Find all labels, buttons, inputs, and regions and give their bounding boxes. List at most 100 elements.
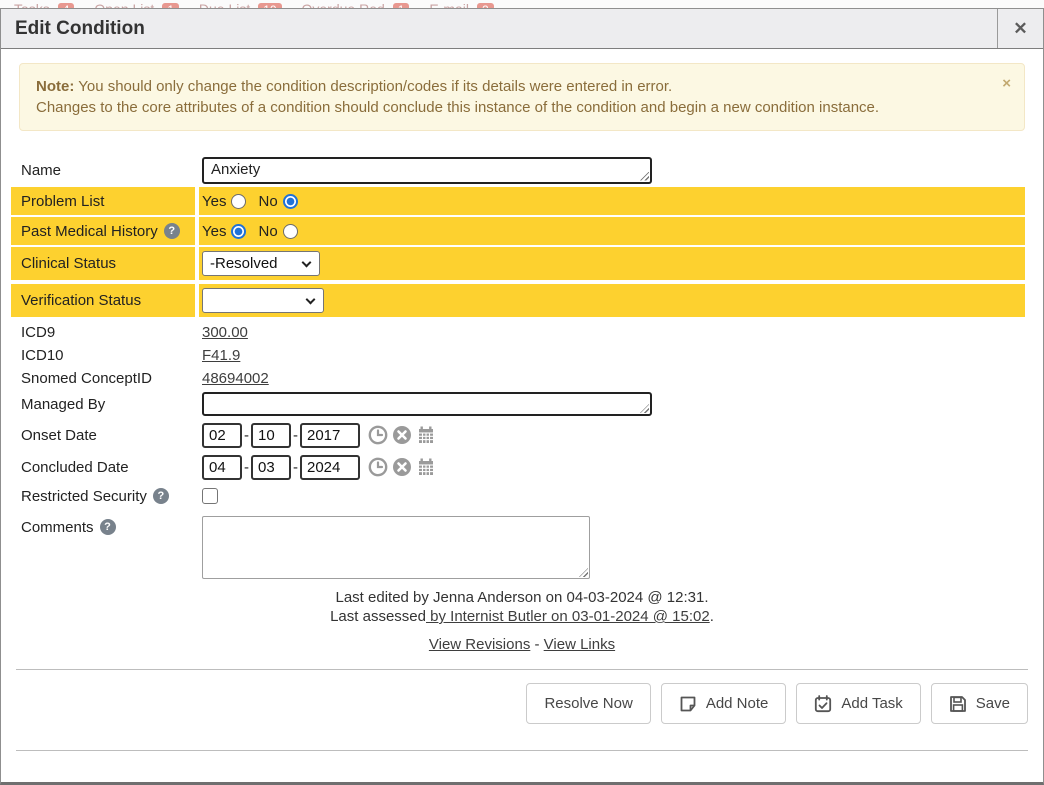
help-icon[interactable]: ? [100,519,116,535]
date-separator: - [293,427,298,444]
note-line-1: Note: You should only change the conditi… [36,76,988,97]
add-task-button[interactable]: Add Task [796,683,920,724]
past-medical-history-no-label[interactable]: No [258,223,277,240]
past-medical-history-yes-option[interactable]: Yes [202,223,246,240]
condition-form: Name Anxiety Problem List Yes No [11,155,1025,579]
name-label: Name [21,162,61,179]
past-medical-history-yes-radio[interactable] [231,224,246,239]
problem-list-no-label[interactable]: No [258,193,277,210]
last-assessed-line: Last assessed by Internist Butler on 03-… [1,607,1043,626]
note-icon [679,695,697,713]
last-assessed-suffix: . [710,608,714,625]
restricted-security-row: Restricted Security ? [11,484,1025,508]
icd10-code-link[interactable]: F41.9 [202,347,240,364]
audit-info: Last edited by Jenna Anderson on 04-03-2… [1,588,1043,654]
clinical-status-select[interactable]: -Resolved [202,251,320,276]
comments-textarea[interactable] [202,516,590,579]
note-dismiss-icon[interactable]: × [1002,73,1011,94]
resize-grip-icon[interactable] [579,568,588,577]
onset-date-label: Onset Date [21,427,97,444]
note-text-1: You should only change the condition des… [74,78,672,95]
date-separator: - [244,459,249,476]
past-medical-history-no-radio[interactable] [283,224,298,239]
warning-note-banner: Note: You should only change the conditi… [19,63,1025,131]
verification-status-select[interactable] [202,288,324,313]
help-icon[interactable]: ? [153,488,169,504]
icd9-label: ICD9 [21,324,55,341]
past-medical-history-yes-label[interactable]: Yes [202,223,226,240]
snomed-label: Snomed ConceptID [21,370,152,387]
past-medical-history-row: Past Medical History ? Yes No [11,217,1025,245]
snomed-code-link[interactable]: 48694002 [202,370,269,387]
view-links-line: View Revisions - View Links [1,635,1043,654]
problem-list-yes-label[interactable]: Yes [202,193,226,210]
problem-list-no-option[interactable]: No [258,193,297,210]
onset-day-input[interactable] [251,423,291,448]
icd10-row: ICD10 F41.9 [11,344,1025,367]
resize-grip-icon[interactable] [640,404,649,413]
clear-date-icon[interactable] [392,457,412,477]
background-nav-label: E-mail [429,1,469,8]
calendar-check-icon [814,695,832,713]
icd9-code-link[interactable]: 300.00 [202,324,248,341]
save-button[interactable]: Save [931,683,1028,724]
concluded-year-input[interactable] [300,455,360,480]
concluded-date-label: Concluded Date [21,459,129,476]
problem-list-yes-radio[interactable] [231,194,246,209]
background-page-strip: Tasks4 Open List1 Due List10 Overdue Red… [0,0,1044,8]
view-revisions-link[interactable]: View Revisions [429,636,530,653]
problem-list-label: Problem List [21,193,104,210]
name-row: Name Anxiety [11,155,1025,185]
footer-divider [16,669,1028,670]
concluded-date-row: Concluded Date - - [11,452,1025,482]
view-links-link[interactable]: View Links [544,636,615,653]
last-edited-text: Last edited by Jenna Anderson on 04-03-2… [1,588,1043,607]
concluded-month-input[interactable] [202,455,242,480]
current-time-icon[interactable] [368,425,388,445]
link-separator: - [535,636,540,653]
restricted-security-checkbox[interactable] [202,488,218,504]
onset-month-input[interactable] [202,423,242,448]
problem-list-yes-option[interactable]: Yes [202,193,246,210]
note-prefix: Note: [36,78,74,95]
resolve-now-label: Resolve Now [544,695,632,712]
calendar-icon[interactable] [416,457,436,477]
save-icon [949,695,967,713]
background-nav-label: Tasks [14,1,50,8]
date-separator: - [244,427,249,444]
resize-grip-icon[interactable] [640,172,649,181]
past-medical-history-no-option[interactable]: No [258,223,297,240]
last-assessed-prefix: Last assessed [330,608,426,625]
name-input[interactable]: Anxiety [202,157,652,184]
background-nav-label: Overdue Red [302,1,385,8]
bottom-divider [16,750,1028,751]
problem-list-no-radio[interactable] [283,194,298,209]
concluded-day-input[interactable] [251,455,291,480]
current-time-icon[interactable] [368,457,388,477]
icd9-row: ICD9 300.00 [11,321,1025,344]
onset-year-input[interactable] [300,423,360,448]
help-icon[interactable]: ? [164,223,180,239]
save-label: Save [976,695,1010,712]
clear-date-icon[interactable] [392,425,412,445]
clinical-status-value: -Resolved [210,255,278,272]
edit-condition-dialog: Edit Condition ✕ Note: You should only c… [0,8,1044,785]
resolve-now-button[interactable]: Resolve Now [526,683,650,724]
managed-by-input[interactable] [202,392,652,416]
comments-row: Comments ? [11,514,1025,579]
problem-list-row: Problem List Yes No [11,187,1025,215]
dialog-title: Edit Condition [1,18,145,40]
date-separator: - [293,459,298,476]
past-medical-history-label: Past Medical History [21,223,158,240]
verification-status-label: Verification Status [21,292,141,309]
add-note-button[interactable]: Add Note [661,683,787,724]
onset-date-row: Onset Date - - [11,420,1025,450]
comments-label: Comments [21,519,94,536]
close-icon[interactable]: ✕ [997,9,1043,48]
snomed-row: Snomed ConceptID 48694002 [11,367,1025,390]
calendar-icon[interactable] [416,425,436,445]
note-text-2: Changes to the core attributes of a cond… [36,99,879,116]
clinical-status-label: Clinical Status [21,255,116,272]
add-task-label: Add Task [841,695,902,712]
last-assessed-link[interactable]: by Internist Butler on 03-01-2024 @ 15:0… [426,608,710,625]
